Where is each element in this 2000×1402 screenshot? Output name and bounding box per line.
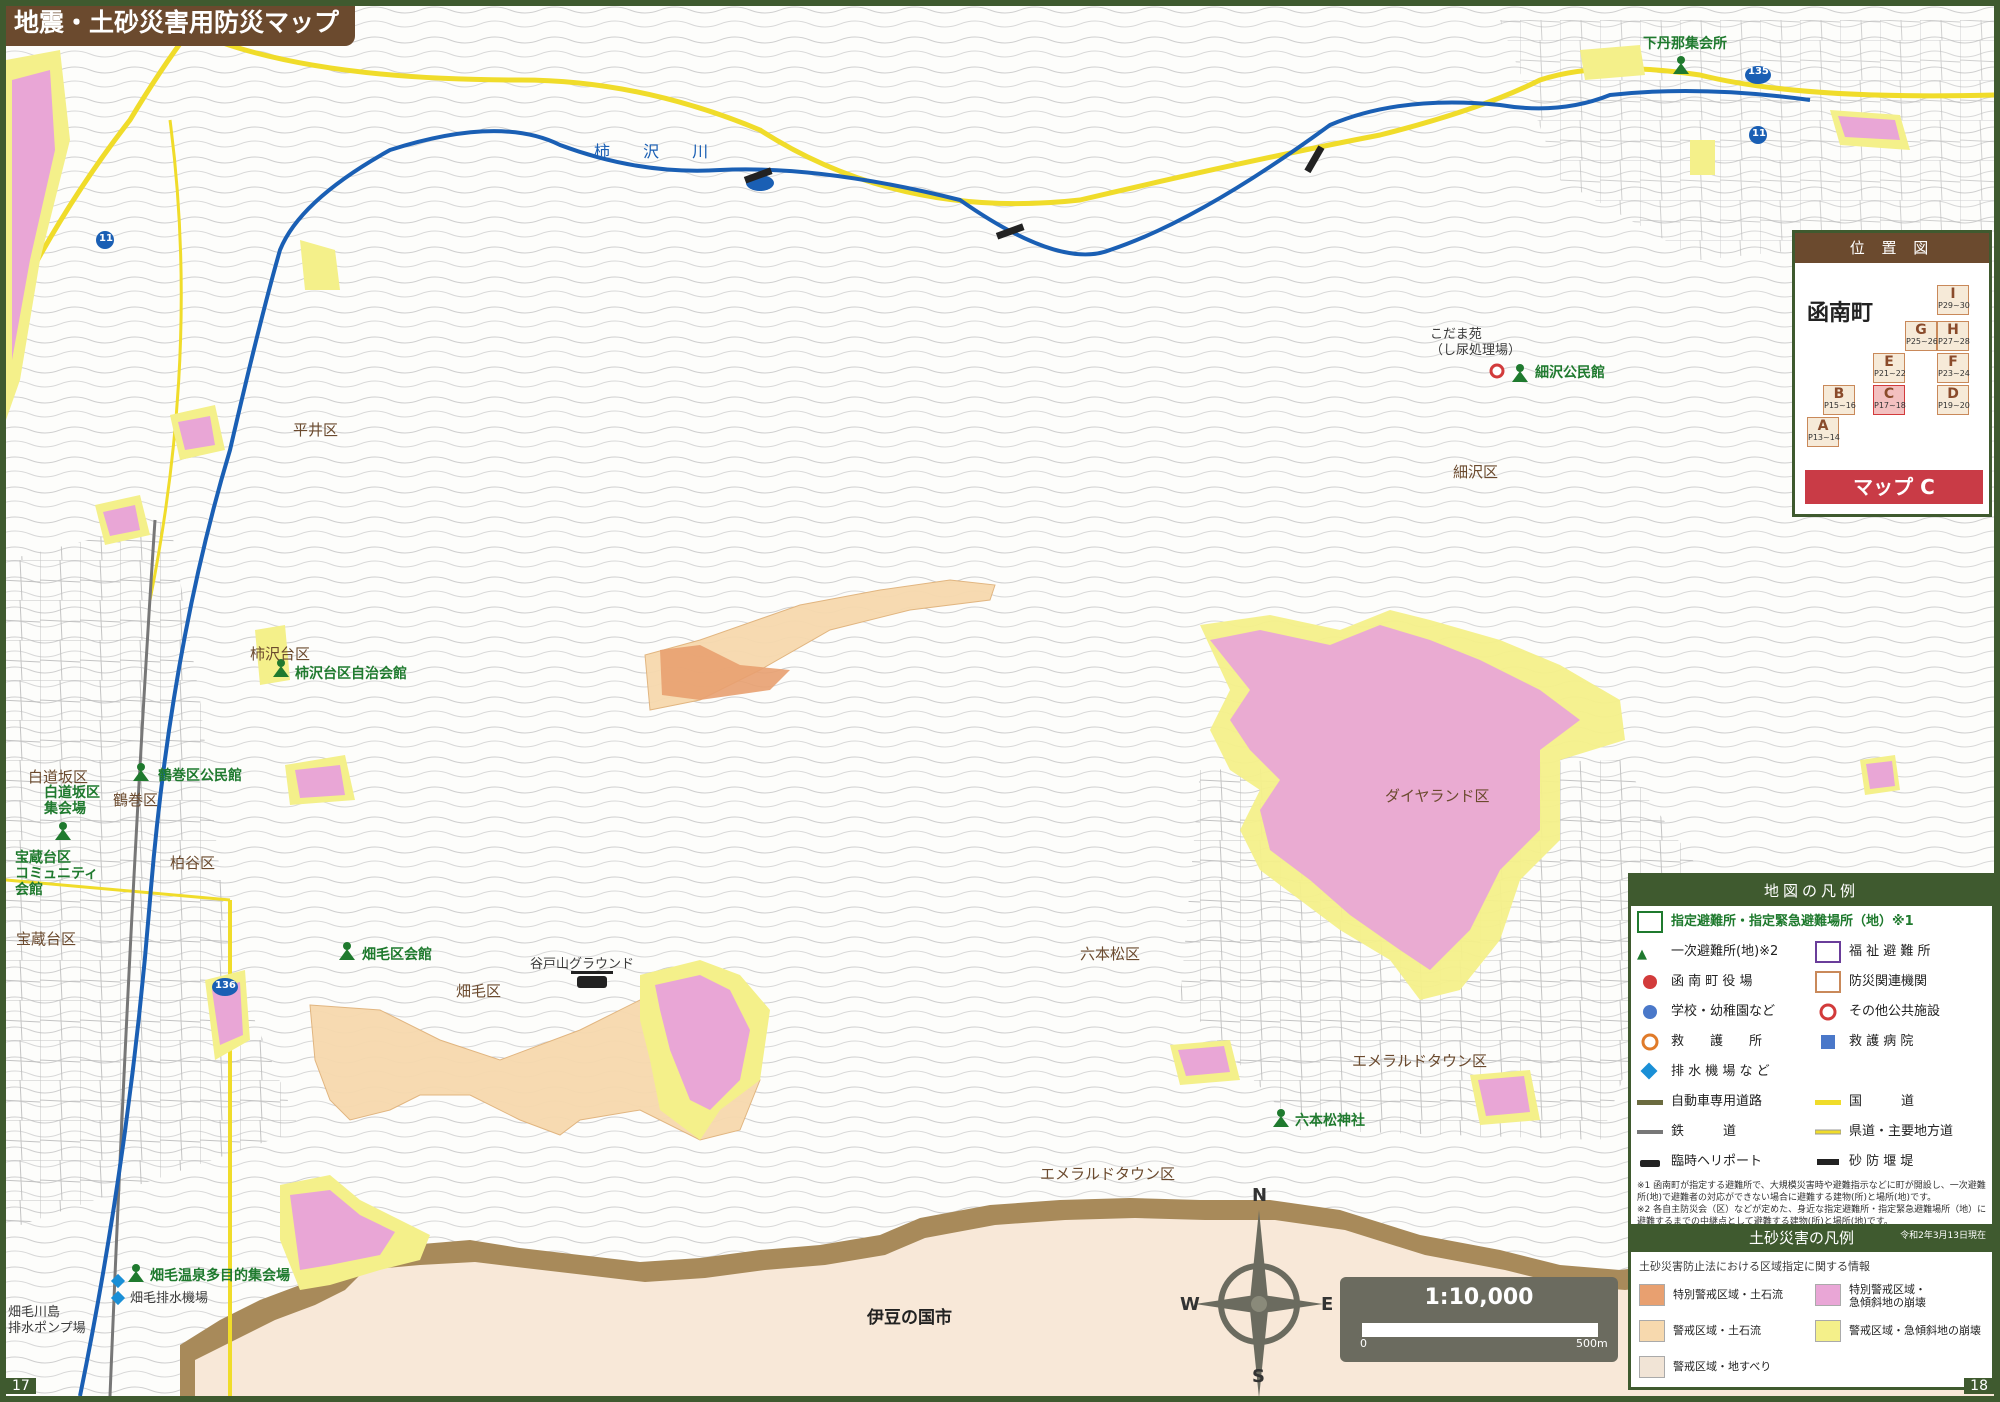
facility-label: 細沢公民館 [1535,365,1605,381]
landslide-item: 警戒区域・土石流 [1639,1317,1814,1345]
legend-item: 排 水 機 場 な ど [1637,1058,1812,1086]
facility-label: 谷戸山グラウンド [530,957,635,972]
map-legend: 地図の凡例 指定避難所・指定緊急避難場所（地）※1 ▲ 一次避難所(地)※2 福… [1628,873,1995,1390]
page-title: 地震・土砂災害用防災マップ [0,0,355,46]
legend-item: 砂 防 堰 堤 [1815,1148,1990,1176]
legend-item: 鉄 道 [1637,1118,1812,1146]
index-cell[interactable]: D P19~20 [1937,385,1970,415]
district-label: エメラルドタウン区 [1352,1052,1488,1070]
facility-label: 畑毛区会館 [362,947,432,963]
legend-item: 臨時ヘリポート [1637,1148,1812,1176]
route-number-label: 135 [1748,66,1769,77]
facility-label: 柿沢台区自治会館 [295,666,407,682]
landslide-item: 特別警戒区域・土石流 [1639,1281,1814,1309]
page-number-right: 18 [1964,1378,1994,1394]
slope-warning-ne-3 [1690,140,1715,175]
shelter-icon [125,1262,147,1284]
route-number-label: 136 [215,980,236,991]
legend-note: ※1 函南町が指定する避難所で、大規模災害時や避難指示などに町が開設し、一次避難… [1637,1181,1986,1203]
legend-item: その他公共施設 [1815,998,1990,1026]
legend-item: 防災関連機関 [1815,968,1990,996]
district-label: 平井区 [293,421,339,439]
scale-bar: 1:10,000 0 500m [1340,1277,1618,1362]
landslide-item: 特別警戒区域・ 急傾斜地の崩壊 [1815,1281,1990,1309]
slope-special-east-1 [1478,1076,1530,1116]
legend-item: 国 道 [1815,1088,1990,1116]
index-cell[interactable]: G P25~26 [1905,321,1938,351]
facility-label: 鶴巻区公民館 [158,768,242,784]
slope-special-small-4 [295,765,345,798]
district-label: 細沢区 [1453,463,1499,481]
district-label: 宝蔵台区 [16,930,77,948]
slope-special-east-2 [1178,1046,1230,1076]
legend-item: 福 祉 避 難 所 [1815,938,1990,966]
compass-s: S [1252,1366,1265,1387]
district-label: 白道坂区 [28,768,89,786]
facility-label: 下丹那集会所 [1643,36,1727,52]
district-label: 鶴巻区 [113,791,159,809]
facility-label: 畑毛排水機場 [130,1291,209,1306]
landslide-item: 警戒区域・地すべり [1639,1353,1814,1381]
district-label: 柿沢台区 [250,645,311,663]
scale-max: 500m [1576,1337,1608,1350]
route-number-label: 11 [99,233,113,244]
facility-label: 畑毛温泉多目的集会場 [150,1268,290,1284]
legend-item: 救 護 病 院 [1815,1028,1990,1056]
shelter-icon [52,820,74,842]
compass-n: N [1252,1185,1268,1206]
legend-date: 令和2年3月13日現在 [1900,1231,1986,1241]
compass-w: W [1180,1294,1200,1315]
district-label: ダイヤランド区 [1385,787,1490,805]
legend-item: 県道・主要地方道 [1814,1118,1990,1146]
scale-ratio: 1:10,000 [1424,1285,1534,1310]
shelter-icon [1270,1107,1292,1129]
scale-zero: 0 [1360,1337,1367,1350]
river-label: 柿 沢 川 [594,142,723,161]
slope-special-e-1 [1866,761,1895,789]
legend-item: 救 護 所 [1637,1028,1812,1056]
legend-item: 学校・幼稚園など [1637,998,1812,1026]
legend-item: 函 南 町 役 場 [1637,968,1812,996]
index-map-header: 位 置 図 [1795,233,1989,263]
landslide-caption: 土砂災害防止法における区域指定に関する情報 [1639,1260,1870,1273]
shelter-icon [1670,54,1692,76]
route-number-label: 11 [1752,128,1766,139]
facility-label: こだま苑 （し尿処理場） [1430,327,1522,358]
index-cell[interactable]: F P23~24 [1937,353,1970,383]
index-cell-current[interactable]: C P17~18 [1873,385,1906,415]
scale-line [1362,1323,1598,1337]
index-map: 位 置 図 函南町 I P29~30 G P25~26 H P27~28 E P21~2… [1792,230,1992,517]
slope-warning-ne-1 [1580,45,1645,80]
facility-label: 畑毛川島 排水ポンプ場 [8,1305,86,1336]
city-label: 伊豆の国市 [867,1308,952,1328]
legend-item: ▲ 一次避難所(地)※2 [1637,944,1779,962]
facility-label: 六本松神社 [1295,1113,1365,1129]
district-label: 六本松区 [1080,945,1141,963]
index-cell[interactable]: A P13~14 [1807,417,1840,447]
shelter-icon [1509,362,1531,384]
legend-item: 自動車専用道路 [1637,1088,1812,1116]
index-cell[interactable]: B P15~16 [1823,385,1856,415]
district-label: 柏谷区 [170,854,216,872]
index-cell[interactable]: H P27~28 [1937,321,1970,351]
facility-label: 白道坂区 集会場 [44,785,100,817]
page-number-left: 17 [6,1378,36,1394]
index-map-town: 函南町 [1807,301,1874,326]
shelter-icon [336,940,358,962]
public-facility-marker [1489,363,1505,379]
heliport-marker [571,971,613,988]
index-cell[interactable]: E P21~22 [1873,353,1906,383]
facility-label: 宝蔵台区 コミュニティ 会館 [15,850,99,898]
shelter-icon [130,761,152,783]
legend-header: 地図の凡例 [1631,876,1992,906]
landslide-item: 警戒区域・急傾斜地の崩壊 [1815,1317,1990,1345]
district-label: 畑毛区 [456,982,502,1000]
index-cell[interactable]: I P29~30 [1937,285,1970,315]
current-map-badge: マップ C [1803,468,1985,506]
map-page: 地震・土砂災害用防災マップ 135 11 11 136 柿 沢 川 平井区 柿沢… [0,0,2000,1402]
compass-e: E [1321,1294,1334,1315]
legend-item: 指定避難所・指定緊急避難場所（地）※1 [1637,908,1987,936]
district-label: エメラルドタウン区 [1040,1165,1176,1183]
